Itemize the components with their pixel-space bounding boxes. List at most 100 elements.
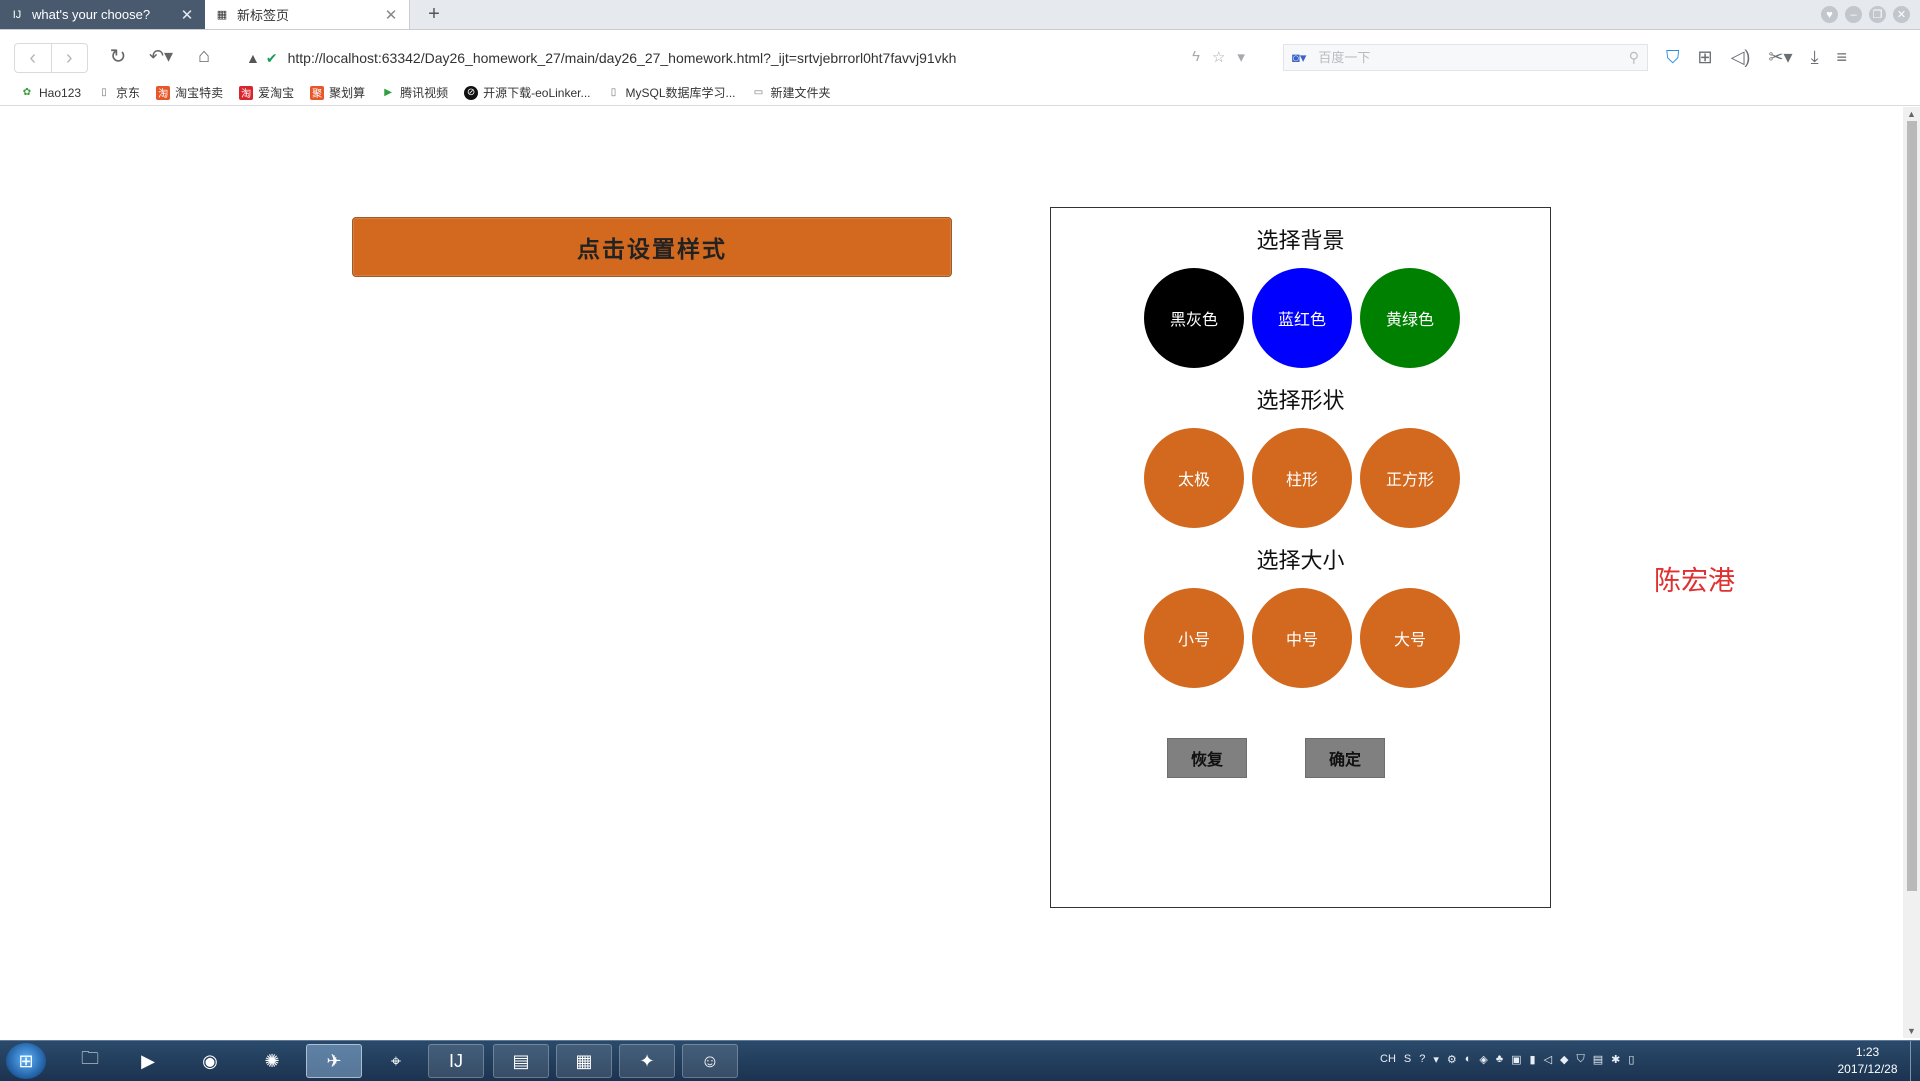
close-tab-icon[interactable]: ✕ (383, 6, 399, 24)
network-icon[interactable]: ▮ (1530, 1053, 1536, 1066)
system-clock[interactable]: 1:23 2017/12/28 (1830, 1044, 1905, 1078)
bg-option-blue-red[interactable]: 蓝红色 (1252, 268, 1352, 368)
tab-whats-your-choose[interactable]: IJ what's your choose? ✕ (0, 0, 205, 29)
forward-icon[interactable]: › (52, 44, 88, 72)
bookmark-new-folder[interactable]: ▭ 新建文件夹 (752, 84, 831, 101)
size-option-small[interactable]: 小号 (1144, 588, 1244, 688)
chrome-icon[interactable]: ◉ (182, 1044, 238, 1078)
system-tray: CH S ? ▾ ⚙ ◐ ◈ ♣ ▣ ▮ ◁ ◆ ⛉ ▤ ✱ ▯ (1380, 1053, 1634, 1066)
browser-icon[interactable]: ✈ (306, 1044, 362, 1078)
app-icon[interactable]: ✦ (619, 1044, 675, 1078)
minimize-icon[interactable]: – (1845, 6, 1862, 23)
set-style-button[interactable]: 点击设置样式 (352, 217, 952, 277)
bookmark-juhuasuan[interactable]: 聚聚划算 (310, 84, 365, 101)
taskbar: ⊞ 🗀 ▶ ◉ ✺ ✈ ⌖ IJ ▤ ▦ ✦ ☺ CH S ? ▾ ⚙ ◐ ◈ … (0, 1040, 1920, 1081)
tray-icon[interactable]: ◐ (1465, 1053, 1472, 1066)
bookmark-hao123[interactable]: ✿ Hao123 (20, 86, 81, 100)
firefox-icon[interactable]: ✺ (244, 1044, 300, 1078)
menu-icon[interactable]: ≡ (1837, 47, 1848, 68)
reset-button[interactable]: 恢复 (1167, 738, 1247, 778)
bookmark-taobao-sale[interactable]: 淘淘宝特卖 (156, 84, 223, 101)
bookmark-star-icon[interactable]: ☆ (1212, 48, 1225, 66)
ai-taobao-icon: 淘 (239, 85, 254, 100)
search-engine-icon[interactable]: ◙▾ (1292, 50, 1306, 66)
close-tab-icon[interactable]: ✕ (179, 6, 195, 24)
calculator-icon[interactable]: ▦ (556, 1044, 612, 1078)
shield-icon[interactable]: ⛉ (1577, 1053, 1585, 1066)
taobao-icon: 淘 (156, 85, 171, 100)
skin-icon[interactable]: ♥ (1821, 6, 1838, 23)
tray-icon[interactable]: ◈ (1479, 1053, 1487, 1066)
scroll-down-icon[interactable]: ▼ (1903, 1024, 1920, 1038)
apps-grid-icon[interactable]: ⊞ (1698, 47, 1713, 68)
qq-icon[interactable]: ♣ (1496, 1053, 1503, 1066)
media-player-icon[interactable]: ▶ (120, 1044, 176, 1078)
tab-strip: IJ what's your choose? ✕ ▦ 新标签页 ✕ + ♥ – … (0, 0, 1920, 30)
dropdown-icon[interactable]: ▾ (1237, 48, 1245, 66)
site-info-icon[interactable]: ▲ (246, 50, 260, 66)
tab-new-tab[interactable]: ▦ 新标签页 ✕ (205, 0, 410, 29)
extension-shield-icon[interactable]: ⛉ (1666, 47, 1680, 68)
intellij-icon[interactable]: IJ (428, 1044, 484, 1078)
search-icon[interactable]: ⚲ (1629, 49, 1639, 66)
size-option-large[interactable]: 大号 (1360, 588, 1460, 688)
tray-icon[interactable]: ▣ (1511, 1053, 1521, 1066)
security-shield-icon: ✔ (265, 49, 278, 66)
bookmarks-bar: ✿ Hao123 ▯ 京东 淘淘宝特卖 淘爱淘宝 聚聚划算 ▶ 腾讯视频 ⊘ 开源下载-… (0, 80, 1920, 106)
scroll-up-icon[interactable]: ▲ (1903, 107, 1920, 121)
volume-icon[interactable]: ◁ (1544, 1053, 1552, 1066)
back-icon[interactable]: ‹ (15, 44, 52, 72)
maps-icon[interactable]: ⌖ (368, 1044, 424, 1078)
tray-icon[interactable]: S (1404, 1053, 1411, 1066)
tab-label: 新标签页 (237, 8, 290, 23)
tray-icon[interactable]: ◆ (1560, 1053, 1568, 1066)
home-icon[interactable]: ⌂ (190, 42, 218, 70)
bg-option-black-gray[interactable]: 黑灰色 (1144, 268, 1244, 368)
page-icon: ▯ (101, 87, 107, 98)
reload-icon[interactable]: ↻ (104, 42, 132, 70)
author-name: 陈宏港 (1654, 566, 1735, 597)
start-button[interactable]: ⊞ (6, 1043, 46, 1079)
explorer-icon[interactable]: 🗀 (62, 1044, 118, 1078)
new-tab-button[interactable]: + (414, 0, 454, 29)
show-desktop-button[interactable] (1910, 1041, 1920, 1081)
notepad-icon[interactable]: ▤ (493, 1044, 549, 1078)
shape-option-taiji[interactable]: 太极 (1144, 428, 1244, 528)
bookmark-jd[interactable]: ▯ 京东 (97, 84, 140, 101)
bookmark-tencent-video[interactable]: ▶ 腾讯视频 (381, 84, 448, 101)
cat-app-icon[interactable]: ☺ (682, 1044, 738, 1078)
bookmark-mysql[interactable]: ▯ MySQL数据库学习... (607, 84, 736, 101)
search-box: ◙▾ ⚲ (1283, 44, 1648, 71)
hao123-icon: ✿ (22, 87, 32, 98)
language-indicator[interactable]: CH (1380, 1053, 1396, 1066)
search-input[interactable] (1316, 49, 1629, 66)
shape-option-square[interactable]: 正方形 (1360, 428, 1460, 528)
size-option-medium[interactable]: 中号 (1252, 588, 1352, 688)
address-bar[interactable]: ▲ ✔ http://localhost:63342/Day26_homewor… (246, 45, 1186, 71)
undo-close-icon[interactable]: ↶▾ (142, 42, 180, 70)
bluetooth-icon[interactable]: ✱ (1611, 1053, 1620, 1066)
scrollbar-thumb[interactable] (1907, 121, 1917, 891)
download-icon[interactable]: ⤓ (1811, 47, 1819, 68)
confirm-button[interactable]: 确定 (1305, 738, 1385, 778)
vertical-scrollbar[interactable]: ▲ ▼ (1903, 107, 1920, 1038)
tray-icon[interactable]: ⚙ (1447, 1053, 1457, 1066)
tray-icon[interactable]: ▤ (1593, 1053, 1603, 1066)
url-text: http://localhost:63342/Day26_homework_27… (287, 50, 957, 66)
speaker-icon[interactable]: ◁) (1731, 47, 1751, 68)
navigation-bar: ‹ › ↻ ↶▾ ⌂ ▲ ✔ http://localhost:63342/Da… (0, 30, 1920, 82)
battery-icon[interactable]: ▯ (1628, 1053, 1634, 1066)
help-icon[interactable]: ? (1419, 1053, 1425, 1066)
eolinker-icon: ⊘ (464, 85, 479, 100)
bg-option-yellow-green[interactable]: 黄绿色 (1360, 268, 1460, 368)
shape-option-column[interactable]: 柱形 (1252, 428, 1352, 528)
scissors-icon[interactable]: ✂▾ (1768, 47, 1792, 68)
bookmark-eolinker[interactable]: ⊘ 开源下载-eoLinker... (464, 84, 591, 101)
tray-icon[interactable]: ▾ (1433, 1053, 1439, 1066)
restore-icon[interactable]: ❐ (1869, 6, 1886, 23)
page-icon: IJ (12, 8, 22, 21)
lightning-icon[interactable]: ϟ (1192, 48, 1200, 66)
bookmark-ai-taobao[interactable]: 淘爱淘宝 (239, 84, 294, 101)
style-panel: 选择背景 黑灰色 蓝红色 黄绿色 选择形状 太极 柱形 正方形 选择大小 小号 … (1050, 207, 1551, 908)
close-window-icon[interactable]: ✕ (1893, 6, 1910, 23)
